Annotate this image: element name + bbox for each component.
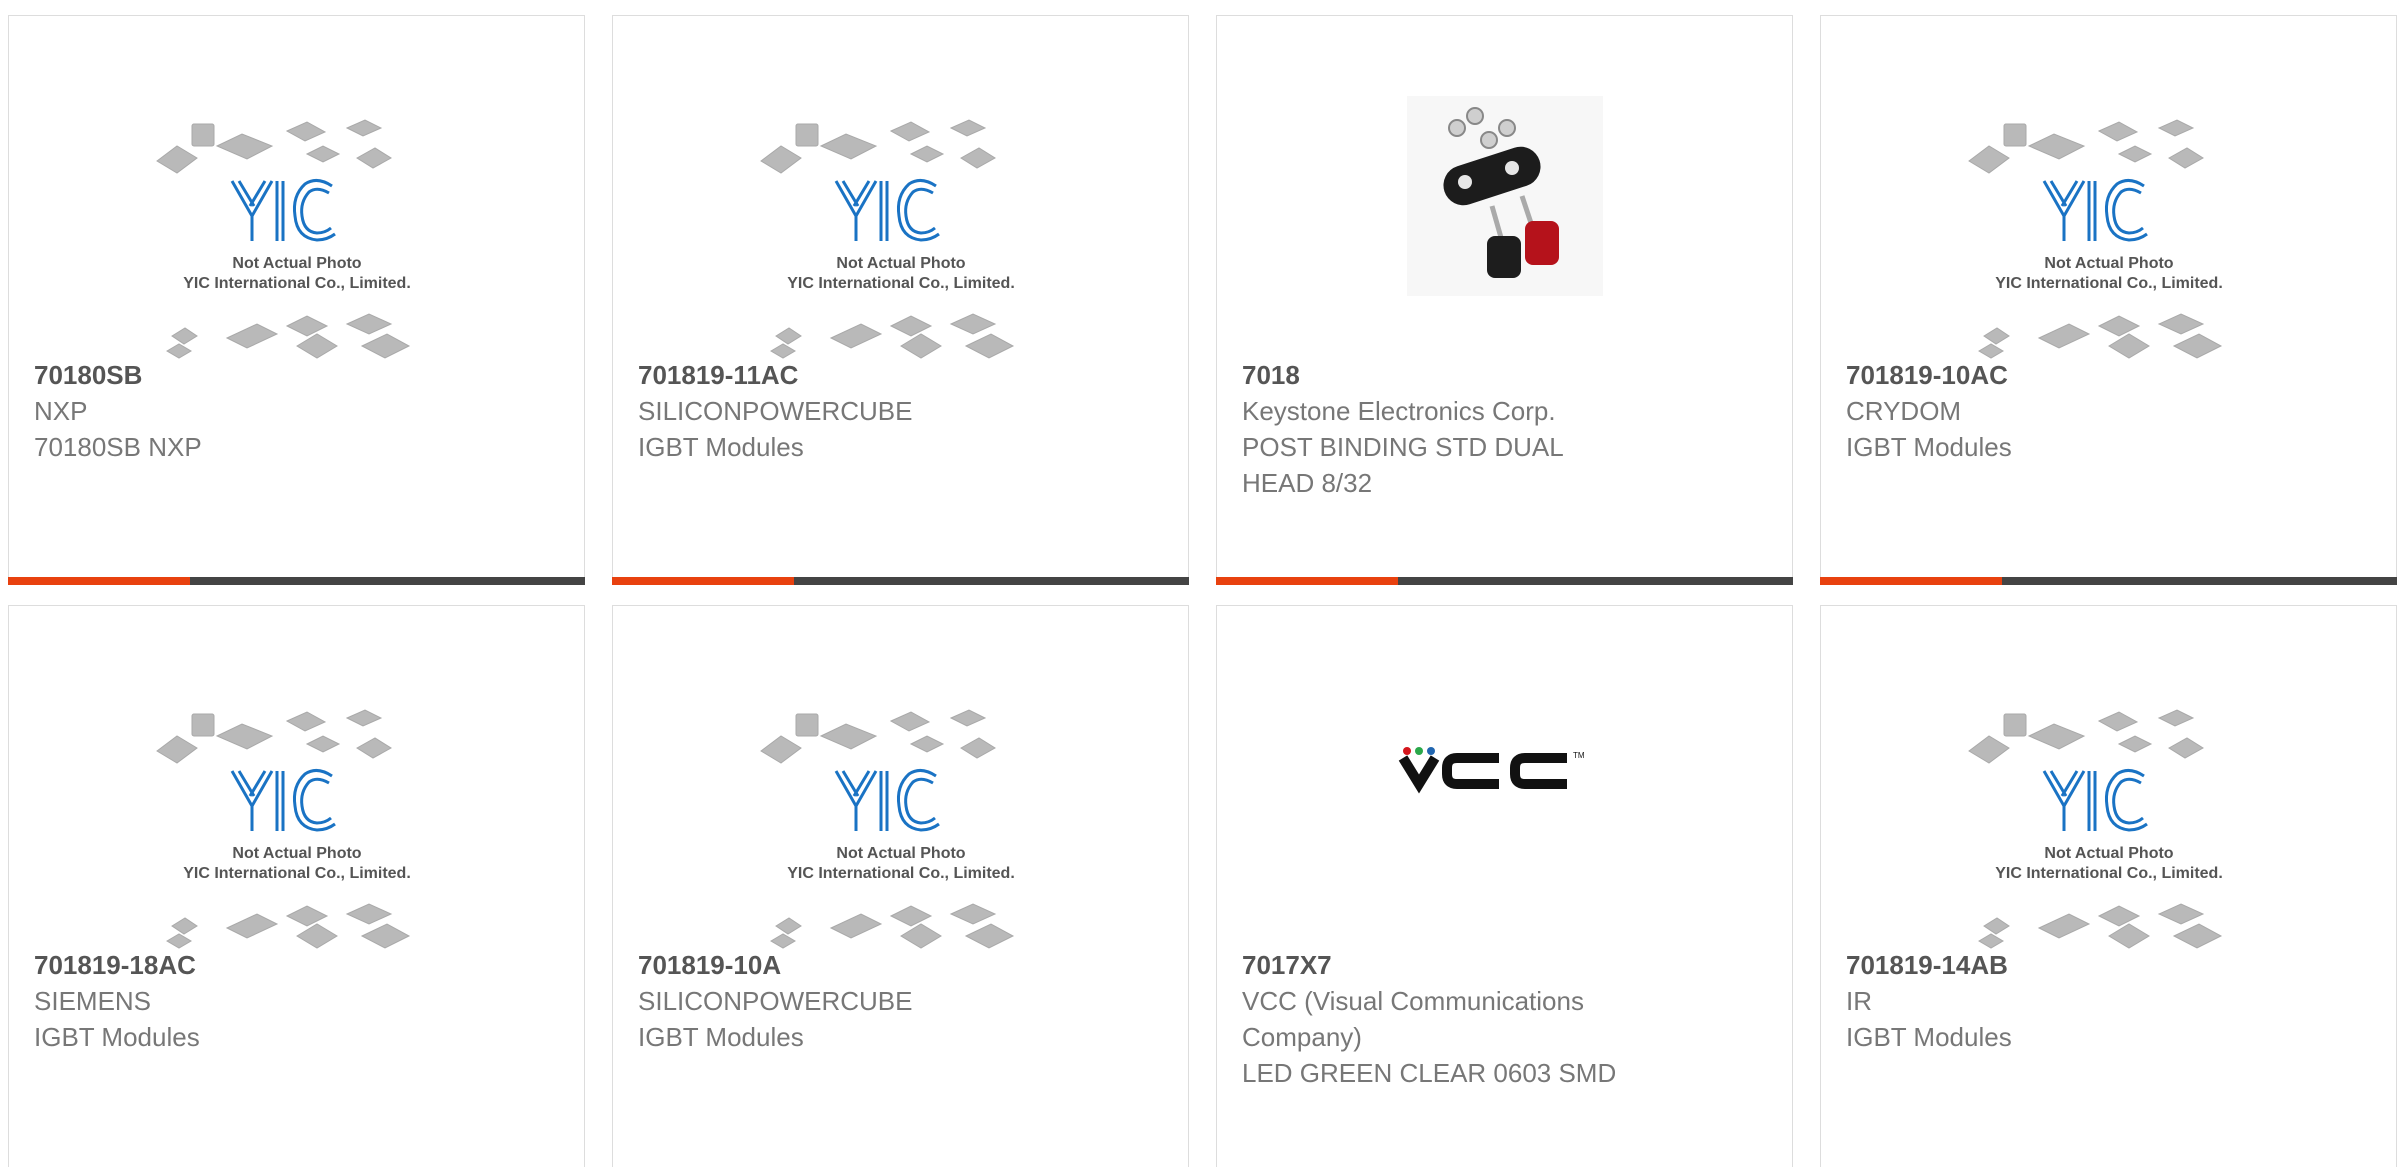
not-actual-photo-placeholder: Not Actual Photo YIC International Co., … [156,709,411,949]
manufacturer: Keystone Electronics Corp. [1242,396,1556,426]
product-image[interactable]: TM [1217,606,1792,941]
description: POST BINDING STD DUAL [1242,432,1564,462]
part-number[interactable]: 7017X7 [1242,947,1767,983]
placeholder-line2: YIC International Co., Limited. [1995,275,2223,292]
part-number[interactable]: 7018 [1242,357,1767,393]
manufacturer: IR [1846,986,1872,1016]
part-number[interactable]: 701819-14AB [1846,947,2371,983]
product-image[interactable]: Not Actual Photo YIC International Co., … [9,16,584,359]
part-number[interactable]: 701819-10A [638,947,1163,983]
description: IGBT Modules [638,432,804,462]
product-image[interactable] [1217,16,1792,351]
product-card[interactable]: Not Actual Photo YIC International Co., … [612,15,1189,585]
not-actual-photo-placeholder: Not Actual Photo YIC International Co., … [1968,709,2223,949]
card-accent [1820,577,2002,585]
placeholder-line1: Not Actual Photo [232,845,361,862]
manufacturer: NXP [34,396,88,426]
product-card[interactable]: Not Actual Photo YIC International Co., … [1820,605,2397,1167]
product-image[interactable]: Not Actual Photo YIC International Co., … [1821,16,2396,359]
card-accent [1216,577,1398,585]
placeholder-line1: Not Actual Photo [836,255,965,272]
manufacturer: SILICONPOWERCUBE [638,396,913,426]
manufacturer: VCC (Visual Communications [1242,986,1584,1016]
placeholder-line1: Not Actual Photo [836,845,965,862]
description: IGBT Modules [638,1022,804,1052]
manufacturer-continued: Company) [1242,1022,1362,1052]
description: 70180SB NXP [34,432,202,462]
product-image[interactable]: Not Actual Photo YIC International Co., … [613,606,1188,949]
not-actual-photo-placeholder: Not Actual Photo YIC International Co., … [760,119,1015,359]
card-bottom-bar [1820,577,2397,585]
not-actual-photo-placeholder: Not Actual Photo YIC International Co., … [760,709,1015,949]
not-actual-photo-placeholder: Not Actual Photo YIC International Co., … [1968,119,2223,359]
binding-post-photo [1407,96,1603,296]
product-card[interactable]: Not Actual Photo YIC International Co., … [1820,15,2397,585]
description: IGBT Modules [1846,432,2012,462]
placeholder-line1: Not Actual Photo [2044,255,2173,272]
placeholder-line2: YIC International Co., Limited. [183,275,411,292]
card-accent [8,577,190,585]
manufacturer: SIEMENS [34,986,152,1016]
card-accent [612,577,794,585]
product-card[interactable]: Not Actual Photo YIC International Co., … [8,605,585,1167]
not-actual-photo-placeholder: Not Actual Photo YIC International Co., … [156,119,411,359]
vcc-logo: TM [1398,747,1585,794]
manufacturer: CRYDOM [1846,396,1962,426]
description: LED GREEN CLEAR 0603 SMD [1242,1058,1617,1088]
manufacturer: SILICONPOWERCUBE [638,986,913,1016]
product-image[interactable]: Not Actual Photo YIC International Co., … [9,606,584,949]
placeholder-line2: YIC International Co., Limited. [183,865,411,882]
placeholder-line1: Not Actual Photo [232,255,361,272]
part-number[interactable]: 701819-10AC [1846,357,2371,393]
card-bottom-bar [8,577,585,585]
svg-text:TM: TM [1573,751,1585,760]
part-number[interactable]: 701819-11AC [638,357,1163,393]
description: IGBT Modules [34,1022,200,1052]
product-image[interactable]: Not Actual Photo YIC International Co., … [613,16,1188,359]
placeholder-line2: YIC International Co., Limited. [787,865,1015,882]
placeholder-line2: YIC International Co., Limited. [1995,865,2223,882]
placeholder-line1: Not Actual Photo [2044,845,2173,862]
placeholder-line2: YIC International Co., Limited. [787,275,1015,292]
description-continued: HEAD 8/32 [1242,468,1373,498]
product-card[interactable]: Not Actual Photo YIC International Co., … [612,605,1189,1167]
product-grid: Not Actual Photo YIC International Co., … [0,0,2400,1167]
part-number[interactable]: 701819-18AC [34,947,559,983]
product-card[interactable]: 7018 Keystone Electronics Corp. POST BIN… [1216,15,1793,585]
product-image[interactable]: Not Actual Photo YIC International Co., … [1821,606,2396,949]
card-bottom-bar [1216,577,1793,585]
part-number[interactable]: 70180SB [34,357,559,393]
description: IGBT Modules [1846,1022,2012,1052]
product-card[interactable]: TM 7017X7 VCC (Visual Communications Com… [1216,605,1793,1167]
card-bottom-bar [612,577,1189,585]
product-card[interactable]: Not Actual Photo YIC International Co., … [8,15,585,585]
